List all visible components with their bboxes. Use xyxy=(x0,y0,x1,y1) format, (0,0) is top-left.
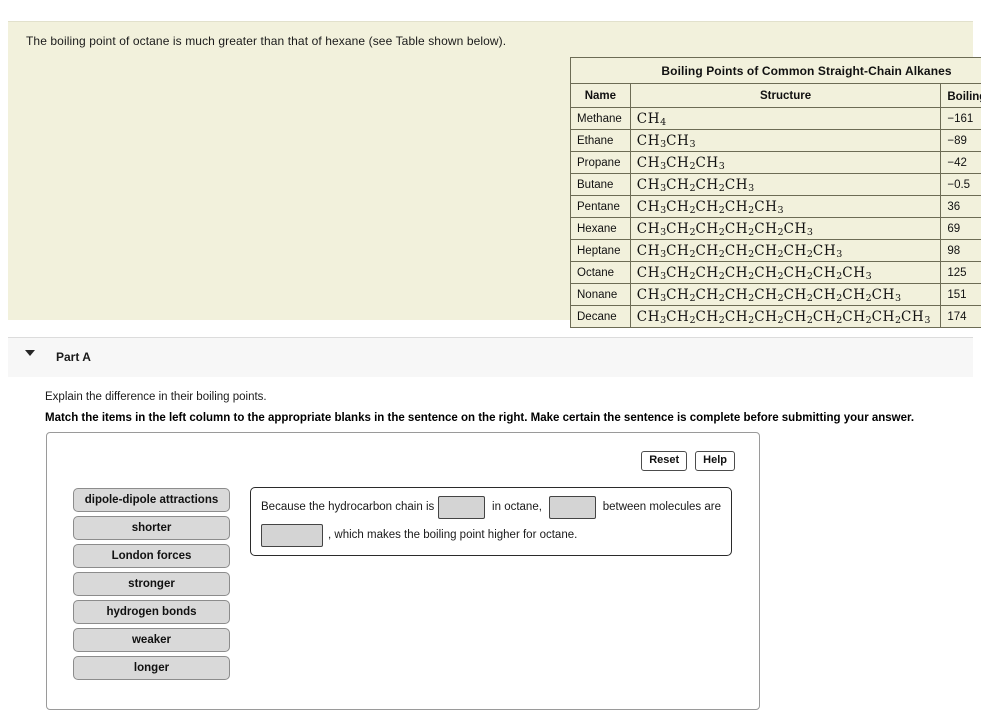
part-a-header[interactable]: Part A xyxy=(8,337,973,377)
column-header-boiling-point-text: Boiling Point xyxy=(947,91,981,103)
help-button[interactable]: Help xyxy=(695,451,735,471)
alkane-structure-cell: CH3CH2CH2CH2CH3 xyxy=(629,195,942,218)
sentence-segment-1: Because the hydrocarbon chain is xyxy=(261,501,435,513)
problem-statement-panel: The boiling point of octane is much grea… xyxy=(8,21,981,328)
sentence-segment-2: in octane, xyxy=(492,501,542,513)
alkane-name-cell: Pentane xyxy=(570,195,631,218)
alkane-structure-cell: CH3CH3 xyxy=(629,129,942,152)
alkane-boiling-point-cell: 69 xyxy=(940,217,981,240)
alkane-boiling-points-table: Boiling Points of Common Straight-Chain … xyxy=(569,57,981,328)
table-row: Methane CH4 −161 xyxy=(570,107,981,130)
sentence-line-2: , which makes the boiling point higher f… xyxy=(261,523,721,547)
problem-statement-text: The boiling point of octane is much grea… xyxy=(26,34,507,48)
table-row: Octane CH3CH2CH2CH2CH2CH2CH2CH3 125 xyxy=(570,261,981,284)
column-header-structure: Structure xyxy=(629,83,942,108)
sentence-drop-area: Because the hydrocarbon chain is in octa… xyxy=(250,487,732,556)
sentence-segment-4: , which makes the boiling point higher f… xyxy=(328,529,578,541)
sentence-line-1: Because the hydrocarbon chain is in octa… xyxy=(261,495,721,519)
question-instruction: Match the items in the left column to th… xyxy=(45,412,915,424)
alkane-name-cell: Nonane xyxy=(570,283,631,306)
table-row: Hexane CH3CH2CH2CH2CH2CH3 69 xyxy=(570,217,981,240)
column-header-name: Name xyxy=(570,83,631,108)
alkane-table-body: Boiling Points of Common Straight-Chain … xyxy=(569,57,981,328)
alkane-name-cell: Decane xyxy=(570,305,631,328)
alkane-structure-cell: CH4 xyxy=(629,107,942,130)
table-row: Butane CH3CH2CH2CH3 −0.5 xyxy=(570,173,981,196)
alkane-structure-cell: CH3CH2CH2CH2CH2CH3 xyxy=(629,217,942,240)
table-header-row: Name Structure Boiling Point°C xyxy=(570,83,981,108)
table-row: Decane CH3CH2CH2CH2CH2CH2CH2CH2CH2CH3 174 xyxy=(570,305,981,328)
table-row: Ethane CH3CH3 −89 xyxy=(570,129,981,152)
alkane-structure-cell: CH3CH2CH2CH3 xyxy=(629,173,942,196)
alkane-boiling-point-cell: 151 xyxy=(940,283,981,306)
alkane-boiling-point-cell: −161 xyxy=(940,107,981,130)
alkane-boiling-point-cell: 98 xyxy=(940,239,981,262)
alkane-structure-cell: CH3CH2CH2CH2CH2CH2CH2CH2CH3 xyxy=(629,283,942,306)
alkane-boiling-point-cell: −0.5 xyxy=(940,173,981,196)
draggable-item[interactable]: weaker xyxy=(73,628,230,652)
alkane-name-cell: Ethane xyxy=(570,129,631,152)
table-row: Propane CH3CH2CH3 −42 xyxy=(570,151,981,174)
blank-2[interactable] xyxy=(548,495,596,519)
table-row: Nonane CH3CH2CH2CH2CH2CH2CH2CH2CH3 151 xyxy=(570,283,981,306)
reset-button[interactable]: Reset xyxy=(641,451,688,471)
alkane-boiling-point-cell: −89 xyxy=(940,129,981,152)
table-row: Heptane CH3CH2CH2CH2CH2CH2CH3 98 xyxy=(570,239,981,262)
draggable-item[interactable]: dipole-dipole attractions xyxy=(73,488,230,512)
alkane-name-cell: Butane xyxy=(570,173,631,196)
question-prompt: Explain the difference in their boiling … xyxy=(45,391,267,403)
alkane-boiling-point-cell: 36 xyxy=(940,195,981,218)
alkane-name-cell: Octane xyxy=(570,261,631,284)
draggable-item[interactable]: longer xyxy=(73,656,230,680)
alkane-name-cell: Heptane xyxy=(570,239,631,262)
draggable-item[interactable]: stronger xyxy=(73,572,230,596)
alkane-structure-cell: CH3CH2CH2CH2CH2CH2CH2CH2CH2CH3 xyxy=(629,305,942,328)
blank-3[interactable] xyxy=(261,523,323,547)
table-row: Pentane CH3CH2CH2CH2CH3 36 xyxy=(570,195,981,218)
part-a-title: Part A xyxy=(56,350,91,364)
alkane-structure-cell: CH3CH2CH3 xyxy=(629,151,942,174)
alkane-name-cell: Propane xyxy=(570,151,631,174)
draggable-item[interactable]: London forces xyxy=(73,544,230,568)
sentence-segment-3: between molecules are xyxy=(602,501,721,513)
blank-1[interactable] xyxy=(438,495,486,519)
activity-toolbar: Reset Help xyxy=(641,451,735,471)
alkane-boiling-point-cell: 125 xyxy=(940,261,981,284)
alkane-boiling-point-cell: 174 xyxy=(940,305,981,328)
alkane-boiling-point-cell: −42 xyxy=(940,151,981,174)
triangle-down-icon[interactable] xyxy=(25,350,35,356)
draggable-item[interactable]: hydrogen bonds xyxy=(73,600,230,624)
column-header-boiling-point: Boiling Point°C xyxy=(940,83,981,108)
table-title-row: Boiling Points of Common Straight-Chain … xyxy=(569,57,981,84)
draggable-item-bank: dipole-dipole attractions shorter London f… xyxy=(73,488,230,684)
alkane-name-cell: Methane xyxy=(570,107,631,130)
draggable-item[interactable]: shorter xyxy=(73,516,230,540)
table-title: Boiling Points of Common Straight-Chain … xyxy=(569,57,981,84)
alkane-name-cell: Hexane xyxy=(570,217,631,240)
alkane-structure-cell: CH3CH2CH2CH2CH2CH2CH2CH3 xyxy=(629,261,942,284)
alkane-structure-cell: CH3CH2CH2CH2CH2CH2CH3 xyxy=(629,239,942,262)
matching-activity-container: Reset Help dipole-dipole attractions shor… xyxy=(46,432,760,710)
